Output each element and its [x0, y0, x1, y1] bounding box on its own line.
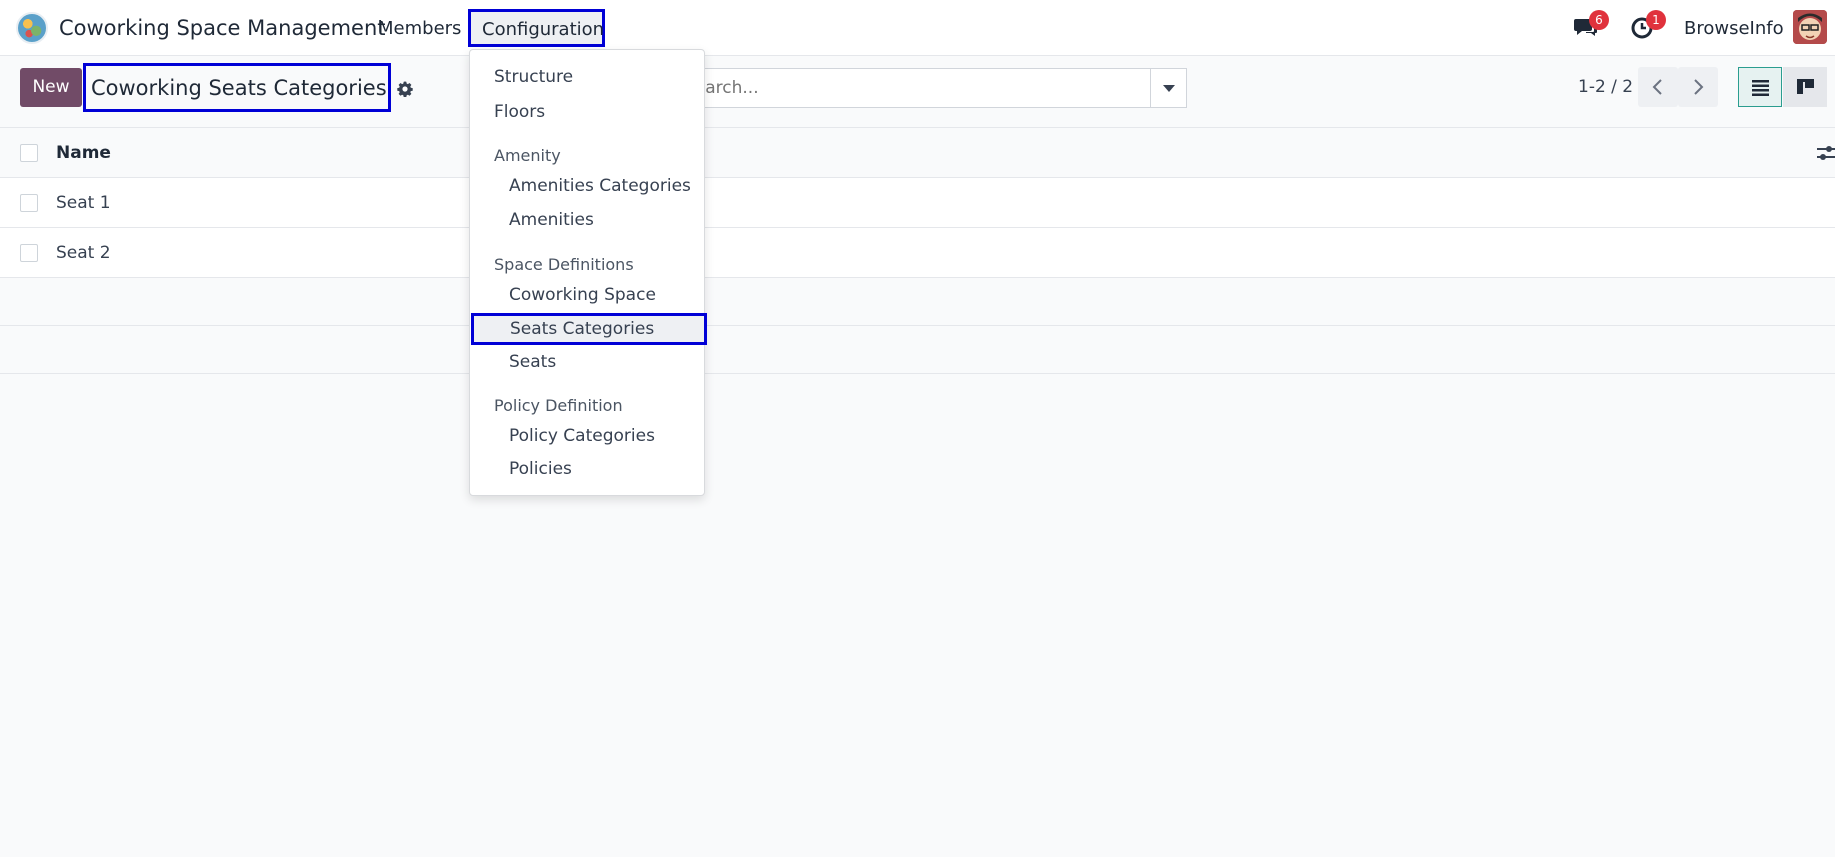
- top-navbar: Coworking Space Management Members Confi…: [0, 0, 1835, 56]
- optional-columns-icon[interactable]: [1817, 144, 1835, 162]
- menu-item-seats-categories[interactable]: Seats Categories: [471, 313, 707, 345]
- activities-button[interactable]: 1: [1630, 10, 1666, 42]
- kanban-view-icon: [1797, 79, 1814, 94]
- menu-item-coworking-space[interactable]: Coworking Space: [509, 285, 656, 305]
- menu-section-policy-definition: Policy Definition: [494, 396, 623, 415]
- app-title[interactable]: Coworking Space Management: [59, 16, 385, 40]
- row-checkbox[interactable]: [20, 194, 38, 212]
- row-checkbox[interactable]: [20, 244, 38, 262]
- gear-icon[interactable]: [397, 81, 414, 97]
- menu-item-floors[interactable]: Floors: [494, 102, 545, 122]
- menu-item-policy-categories[interactable]: Policy Categories: [509, 426, 655, 446]
- pager-value[interactable]: 1-2 / 2: [1578, 77, 1633, 97]
- chevron-right-icon: [1694, 79, 1704, 95]
- menu-item-structure[interactable]: Structure: [494, 67, 573, 87]
- menu-section-amenity: Amenity: [494, 146, 561, 165]
- nav-members[interactable]: Members: [378, 18, 461, 39]
- kanban-view-button[interactable]: [1783, 67, 1827, 107]
- menu-item-policies[interactable]: Policies: [509, 459, 572, 479]
- app-logo-icon[interactable]: [16, 12, 48, 44]
- pager-next-button[interactable]: [1678, 67, 1718, 107]
- messages-button[interactable]: 6: [1573, 10, 1609, 42]
- empty-row: [0, 326, 1835, 374]
- caret-down-icon[interactable]: [1150, 69, 1186, 107]
- search-box: [683, 68, 1187, 108]
- messages-badge: 6: [1589, 10, 1609, 30]
- row-name[interactable]: Seat 2: [56, 243, 111, 263]
- nav-configuration[interactable]: Configuration: [468, 9, 605, 47]
- menu-item-amenities-categories[interactable]: Amenities Categories: [509, 176, 691, 196]
- menu-item-seats-categories-label: Seats Categories: [510, 319, 655, 339]
- configuration-dropdown: Structure Floors Amenity Amenities Categ…: [469, 49, 707, 496]
- table-row[interactable]: Seat 2: [0, 228, 1835, 278]
- new-button[interactable]: New: [20, 68, 82, 107]
- menu-item-seats[interactable]: Seats: [509, 352, 556, 372]
- empty-row: [0, 278, 1835, 326]
- user-name[interactable]: BrowseInfo: [1684, 18, 1784, 39]
- row-name[interactable]: Seat 1: [56, 193, 111, 213]
- page-title: Coworking Seats Categories: [91, 76, 387, 100]
- list-header: Name: [0, 127, 1835, 178]
- menu-section-space-definitions: Space Definitions: [494, 255, 634, 274]
- list-view-button[interactable]: [1738, 67, 1782, 107]
- column-header-name[interactable]: Name: [56, 143, 111, 163]
- pager-previous-button[interactable]: [1638, 67, 1678, 107]
- select-all-checkbox[interactable]: [20, 144, 38, 162]
- activities-badge: 1: [1646, 10, 1666, 30]
- breadcrumb: Coworking Seats Categories: [83, 63, 414, 112]
- avatar[interactable]: [1793, 10, 1827, 44]
- menu-item-amenities[interactable]: Amenities: [509, 210, 594, 230]
- avatar-icon: [1793, 10, 1827, 44]
- nav-configuration-label: Configuration: [482, 19, 605, 40]
- chevron-left-icon: [1652, 79, 1662, 95]
- list-view-icon: [1752, 80, 1769, 96]
- table-row[interactable]: Seat 1: [0, 178, 1835, 228]
- search-input[interactable]: [684, 69, 1186, 107]
